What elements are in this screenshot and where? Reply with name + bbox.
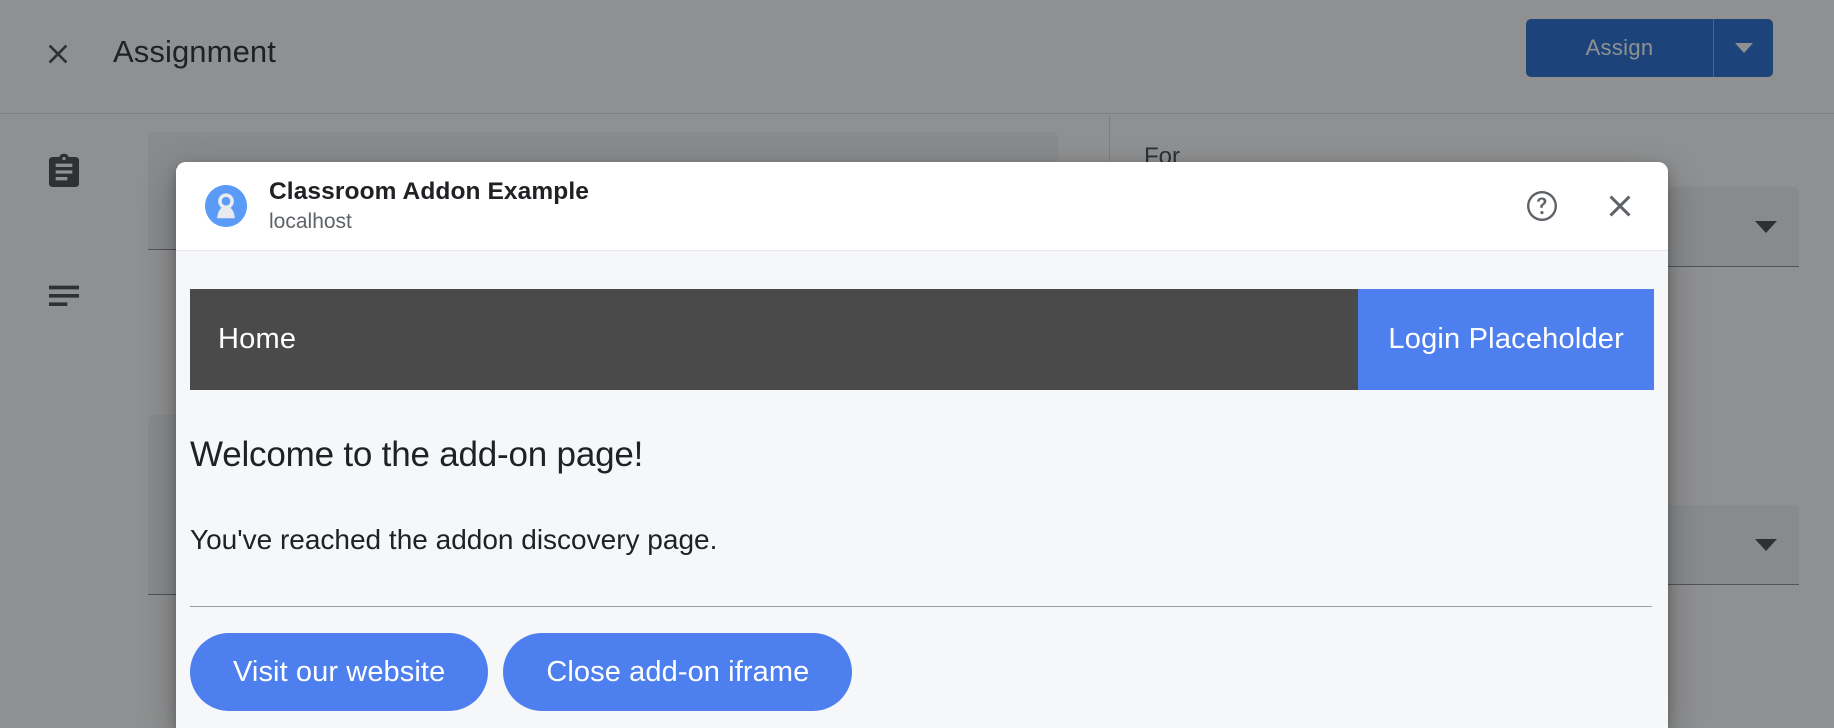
addon-dialog-title: Classroom Addon Example	[269, 178, 589, 205]
addon-dialog-actions	[1520, 184, 1642, 228]
addon-nav-home-link[interactable]: Home	[190, 289, 1358, 390]
addon-dialog-help-button[interactable]	[1520, 184, 1564, 228]
addon-dialog-title-group: Classroom Addon Example localhost	[269, 177, 1520, 235]
addon-page-paragraph: You've reached the addon discovery page.	[190, 524, 718, 555]
close-icon	[1609, 195, 1631, 217]
addon-action-button-row: Visit our website Close add-on iframe	[190, 633, 853, 711]
addon-nav-login-placeholder[interactable]: Login Placeholder	[1358, 289, 1654, 390]
addon-iframe-content: Home Login Placeholder Welcome to the ad…	[176, 251, 1668, 728]
addon-content-divider	[190, 606, 1652, 607]
addon-dialog-close-button[interactable]	[1598, 184, 1642, 228]
addon-dialog-header: Classroom Addon Example localhost	[176, 162, 1668, 251]
addon-page-heading: Welcome to the add-on page!	[190, 435, 644, 474]
visit-website-button[interactable]: Visit our website	[190, 633, 489, 711]
screen-root: Assignment Assign Title	[0, 0, 1834, 728]
addon-dialog: Classroom Addon Example localhost Home L…	[176, 162, 1668, 728]
addon-dialog-subtitle: localhost	[269, 210, 352, 233]
addon-nav-bar: Home Login Placeholder	[190, 289, 1654, 390]
classroom-addon-icon	[205, 185, 247, 227]
close-addon-iframe-button[interactable]: Close add-on iframe	[503, 633, 853, 711]
help-circle-icon	[1527, 191, 1557, 221]
app-avatar	[205, 185, 247, 227]
